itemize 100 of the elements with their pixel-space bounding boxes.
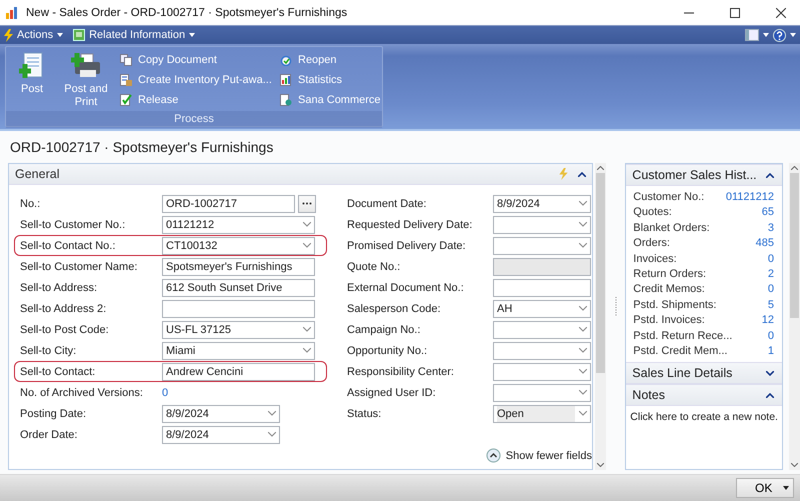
collapse-circle-icon[interactable] xyxy=(486,448,501,463)
field-label: No.: xyxy=(20,198,42,210)
dropdown-field[interactable]: 8/9/2024 xyxy=(493,194,591,212)
stat-value-link[interactable]: 65 xyxy=(762,205,774,221)
chevron-down-icon xyxy=(579,306,587,311)
factbox-title: Sales Line Details xyxy=(632,366,732,380)
factbox-title: Customer Sales Hist... xyxy=(632,168,757,182)
field-label: Sell-to Customer Name: xyxy=(20,260,138,272)
copy-icon xyxy=(120,54,132,66)
menu-button[interactable]: Related Information xyxy=(89,29,186,41)
ribbon-button[interactable]: Statistics xyxy=(280,70,381,90)
dropdown-field[interactable] xyxy=(493,362,591,380)
chevron-down-icon xyxy=(579,369,587,374)
chevron-down-icon xyxy=(303,243,311,248)
text-field[interactable]: 612 South Sunset Drive xyxy=(162,278,315,296)
chevron-down-icon xyxy=(579,243,587,248)
document-plus-icon xyxy=(19,52,45,80)
chevron-down-icon xyxy=(579,222,587,227)
stat-value-link[interactable]: 1 xyxy=(768,344,774,360)
menu-button[interactable]: Actions xyxy=(17,29,54,41)
text-field[interactable]: Spotsmeyer's Furnishings xyxy=(162,258,315,276)
stat-value-link[interactable]: 12 xyxy=(762,313,774,329)
dropdown-field[interactable]: 8/9/2024 xyxy=(162,404,280,422)
stat-value-link[interactable]: 5 xyxy=(768,298,774,314)
factbox-header[interactable]: Sales Line Details xyxy=(626,362,782,384)
caret-icon xyxy=(763,33,769,37)
dropdown-field[interactable]: 01121212 xyxy=(162,216,315,234)
dropdown-field[interactable]: Miami xyxy=(162,342,315,360)
stat-value-link[interactable]: 0 xyxy=(768,328,774,344)
field-label: Requested Delivery Date: xyxy=(347,218,474,230)
dropdown-field[interactable] xyxy=(493,342,591,360)
stat-value-link[interactable]: 485 xyxy=(756,236,774,252)
help-icon[interactable] xyxy=(773,28,786,42)
splitter-handle-icon[interactable] xyxy=(614,296,617,316)
text-field[interactable]: Andrew Cencini xyxy=(162,362,315,380)
stat-label: Pstd. Credit Mem... xyxy=(633,344,728,359)
dropdown-field[interactable] xyxy=(493,236,591,254)
stat-value-link[interactable]: 0 xyxy=(768,282,774,298)
text-field[interactable]: ORD-1002717 xyxy=(162,194,295,212)
chevron-down-icon xyxy=(579,411,587,416)
dropdown-field[interactable]: Open xyxy=(493,404,591,422)
chevron-down-icon xyxy=(303,327,311,332)
factbox-header[interactable]: Notes xyxy=(626,384,782,406)
dropdown-field[interactable]: US-FL 37125 xyxy=(162,320,315,338)
field-label: Posting Date: xyxy=(20,408,88,420)
dropdown-field[interactable] xyxy=(493,216,591,234)
chevron-down-icon xyxy=(579,201,587,206)
maximize-icon[interactable] xyxy=(730,8,740,18)
dropdown-field[interactable]: CT100132 xyxy=(162,236,315,254)
scroll-down-icon[interactable] xyxy=(597,463,604,467)
ribbon-button[interactable]: Reopen xyxy=(280,50,381,70)
lightning-icon[interactable] xyxy=(559,168,568,180)
caret-icon xyxy=(783,486,789,490)
caret-icon xyxy=(189,33,196,37)
scroll-up-icon[interactable] xyxy=(790,166,798,170)
ribbon-button[interactable]: Create Inventory Put-awa... xyxy=(120,70,280,90)
show-fewer-link[interactable]: Show fewer fields xyxy=(506,450,592,462)
stat-label: Quotes: xyxy=(633,205,672,220)
dropdown-field[interactable] xyxy=(493,320,591,338)
ribbon-button[interactable]: Post xyxy=(12,50,52,111)
statistics-icon xyxy=(280,74,292,86)
stat-label: Pstd. Return Rece... xyxy=(633,328,732,344)
caret-icon xyxy=(57,33,64,37)
dropdown-field[interactable]: 8/9/2024 xyxy=(162,426,280,444)
ribbon-button[interactable]: Copy Document xyxy=(120,50,280,70)
field-label: Sell-to Contact No.: xyxy=(20,240,116,252)
ribbon-button[interactable]: Release xyxy=(120,90,280,110)
panel-icon[interactable] xyxy=(745,29,759,41)
field-label: Salesperson Code: xyxy=(347,302,442,314)
printer-plus-icon xyxy=(71,52,101,80)
stat-label: Pstd. Shipments: xyxy=(633,298,716,313)
field-label: Sell-to Customer No.: xyxy=(20,218,126,230)
chevron-down-icon xyxy=(579,390,587,395)
stat-value-link[interactable]: 01121212 xyxy=(726,190,774,206)
ribbon-button[interactable]: Sana Commerce xyxy=(280,90,381,110)
new-note-link[interactable]: Click here to create a new note. xyxy=(630,411,778,424)
field-label: Assigned User ID: xyxy=(347,386,437,398)
ribbon-button[interactable]: Post and Print xyxy=(60,50,112,111)
text-field[interactable] xyxy=(162,300,315,318)
stat-value-link[interactable]: 0 xyxy=(768,252,774,267)
app-logo-icon xyxy=(6,6,20,18)
dropdown-field[interactable] xyxy=(493,384,591,402)
count-link[interactable]: 0 xyxy=(162,386,168,398)
collapse-icon[interactable] xyxy=(578,172,586,176)
dropdown-field[interactable]: AH xyxy=(493,300,591,318)
factbox-header[interactable]: Customer Sales Hist... xyxy=(626,164,782,186)
field-label: Sell-to Address: xyxy=(20,282,98,294)
close-icon[interactable] xyxy=(776,8,786,18)
lookup-button[interactable] xyxy=(298,194,316,212)
page-title: ORD-1002717 · Spotsmeyer's Furnishings xyxy=(9,138,274,157)
stat-label: Pstd. Invoices: xyxy=(633,313,705,328)
scroll-up-icon[interactable] xyxy=(597,166,604,170)
stat-label: Invoices: xyxy=(633,252,677,267)
stat-label: Return Orders: xyxy=(633,266,706,282)
scroll-down-icon[interactable] xyxy=(790,463,798,467)
stat-label: Blanket Orders: xyxy=(633,220,710,236)
stat-value-link[interactable]: 2 xyxy=(768,266,774,282)
stat-value-link[interactable]: 3 xyxy=(768,220,774,236)
text-field[interactable] xyxy=(493,278,591,296)
ok-button[interactable]: OK xyxy=(736,478,794,498)
